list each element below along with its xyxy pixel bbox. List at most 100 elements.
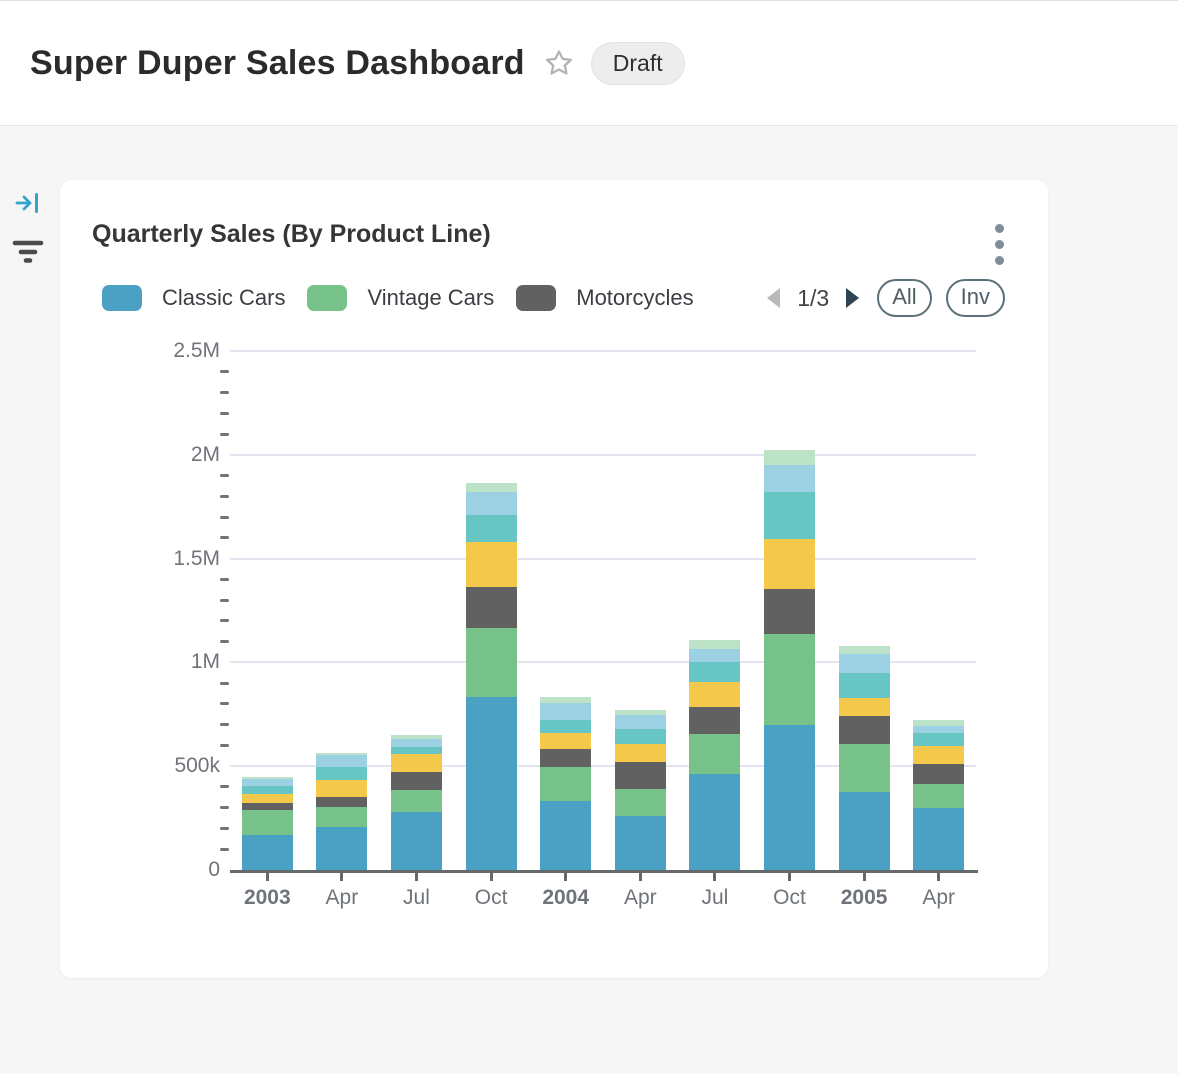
select-all-button[interactable]: All	[877, 279, 931, 317]
bar-segment-classic-cars[interactable]	[615, 816, 666, 870]
bar-segment-classic-cars[interactable]	[540, 801, 591, 870]
bar-segment[interactable]	[839, 654, 890, 673]
bar-segment[interactable]	[466, 492, 517, 515]
bar-segment-motorcycles[interactable]	[764, 589, 815, 634]
y-minor-tick	[220, 536, 229, 539]
bar-segment[interactable]	[689, 649, 740, 662]
bar-segment[interactable]	[242, 779, 293, 786]
bar-segment[interactable]	[391, 747, 442, 754]
y-minor-tick	[220, 640, 229, 643]
y-minor-tick	[220, 578, 229, 581]
bar-segment[interactable]	[913, 733, 964, 746]
bar-segment[interactable]	[689, 640, 740, 649]
bar-segment-vintage-cars[interactable]	[242, 810, 293, 835]
x-axis-label: Apr	[305, 886, 380, 910]
bar-apr[interactable]	[913, 720, 964, 870]
bar-oct[interactable]	[764, 450, 815, 870]
legend-label: Classic Cars	[162, 285, 285, 311]
bar-segment[interactable]	[540, 720, 591, 733]
bar-segment-classic-cars[interactable]	[242, 835, 293, 870]
bar-segment-vintage-cars[interactable]	[615, 789, 666, 816]
invert-selection-button[interactable]: Inv	[946, 279, 1005, 317]
bar-segment-vintage-cars[interactable]	[689, 734, 740, 774]
bar-segment[interactable]	[689, 682, 740, 707]
bar-segment[interactable]	[764, 539, 815, 589]
bar-jul[interactable]	[391, 735, 442, 870]
bar-jul[interactable]	[689, 640, 740, 870]
filter-icon[interactable]	[12, 238, 44, 271]
x-axis-label: Jul	[379, 886, 454, 910]
bar-segment[interactable]	[764, 492, 815, 539]
bar-segment[interactable]	[839, 673, 890, 698]
bar-segment-motorcycles[interactable]	[466, 587, 517, 628]
bar-segment[interactable]	[615, 715, 666, 729]
bar-segment-motorcycles[interactable]	[913, 764, 964, 784]
bar-segment-motorcycles[interactable]	[839, 716, 890, 744]
legend-item-classic-cars[interactable]: Classic Cars	[102, 285, 285, 311]
bar-segment-motorcycles[interactable]	[242, 803, 293, 810]
bar-segment[interactable]	[242, 786, 293, 794]
bar-segment[interactable]	[316, 780, 367, 797]
bar-segment-motorcycles[interactable]	[689, 707, 740, 734]
legend-swatch	[307, 285, 347, 311]
bar-segment-vintage-cars[interactable]	[913, 784, 964, 808]
bar-2004[interactable]	[540, 697, 591, 870]
bar-segment[interactable]	[540, 733, 591, 749]
bar-segment-vintage-cars[interactable]	[391, 790, 442, 812]
y-axis-label: 500k	[120, 754, 220, 778]
bar-apr[interactable]	[615, 710, 666, 870]
bar-segment[interactable]	[764, 465, 815, 492]
legend-item-vintage-cars[interactable]: Vintage Cars	[307, 285, 494, 311]
bar-segment[interactable]	[466, 483, 517, 491]
bar-segment[interactable]	[913, 746, 964, 764]
bar-segment-motorcycles[interactable]	[316, 797, 367, 807]
bar-segment-classic-cars[interactable]	[764, 725, 815, 870]
bar-segment[interactable]	[540, 703, 591, 720]
x-axis-label: 2003	[230, 886, 305, 910]
bar-2003[interactable]	[242, 777, 293, 870]
expand-sidebar-icon[interactable]	[14, 190, 42, 221]
bar-oct[interactable]	[466, 483, 517, 870]
bar-segment-classic-cars[interactable]	[391, 812, 442, 870]
bar-segment[interactable]	[316, 767, 367, 780]
bar-segment[interactable]	[391, 739, 442, 747]
y-axis-label: 1.5M	[120, 547, 220, 571]
kebab-menu-button[interactable]	[989, 218, 1010, 271]
bar-segment[interactable]	[615, 729, 666, 744]
x-axis-label: Jul	[678, 886, 753, 910]
bar-segment[interactable]	[466, 515, 517, 542]
bar-segment-vintage-cars[interactable]	[540, 767, 591, 801]
bar-segment[interactable]	[466, 542, 517, 587]
legend-prev-icon[interactable]	[763, 286, 783, 310]
bar-segment-motorcycles[interactable]	[540, 749, 591, 767]
bar-segment[interactable]	[391, 754, 442, 772]
bar-segment-vintage-cars[interactable]	[764, 634, 815, 725]
legend-swatch	[516, 285, 556, 311]
y-gridline	[230, 454, 976, 456]
bar-segment[interactable]	[839, 698, 890, 716]
bar-segment[interactable]	[689, 662, 740, 682]
bar-segment-vintage-cars[interactable]	[466, 628, 517, 697]
bar-segment[interactable]	[764, 450, 815, 465]
bar-segment-classic-cars[interactable]	[839, 792, 890, 870]
bar-segment-classic-cars[interactable]	[913, 808, 964, 870]
bar-2005[interactable]	[839, 646, 890, 870]
bar-segment-classic-cars[interactable]	[689, 774, 740, 870]
bar-segment-vintage-cars[interactable]	[839, 744, 890, 792]
bar-segment-classic-cars[interactable]	[316, 827, 367, 870]
legend-next-icon[interactable]	[843, 286, 863, 310]
favorite-button[interactable]	[543, 47, 575, 79]
bar-segment[interactable]	[913, 726, 964, 733]
bar-segment[interactable]	[615, 744, 666, 762]
bar-segment[interactable]	[839, 646, 890, 654]
bar-segment[interactable]	[242, 794, 293, 803]
legend-item-motorcycles[interactable]: Motorcycles	[516, 285, 693, 311]
bar-apr[interactable]	[316, 753, 367, 870]
bar-segment-motorcycles[interactable]	[615, 762, 666, 789]
bar-segment-classic-cars[interactable]	[466, 697, 517, 870]
bar-segment[interactable]	[316, 755, 367, 767]
star-icon	[543, 47, 575, 79]
bar-segment-motorcycles[interactable]	[391, 772, 442, 790]
y-gridline	[230, 558, 976, 560]
bar-segment-vintage-cars[interactable]	[316, 807, 367, 827]
